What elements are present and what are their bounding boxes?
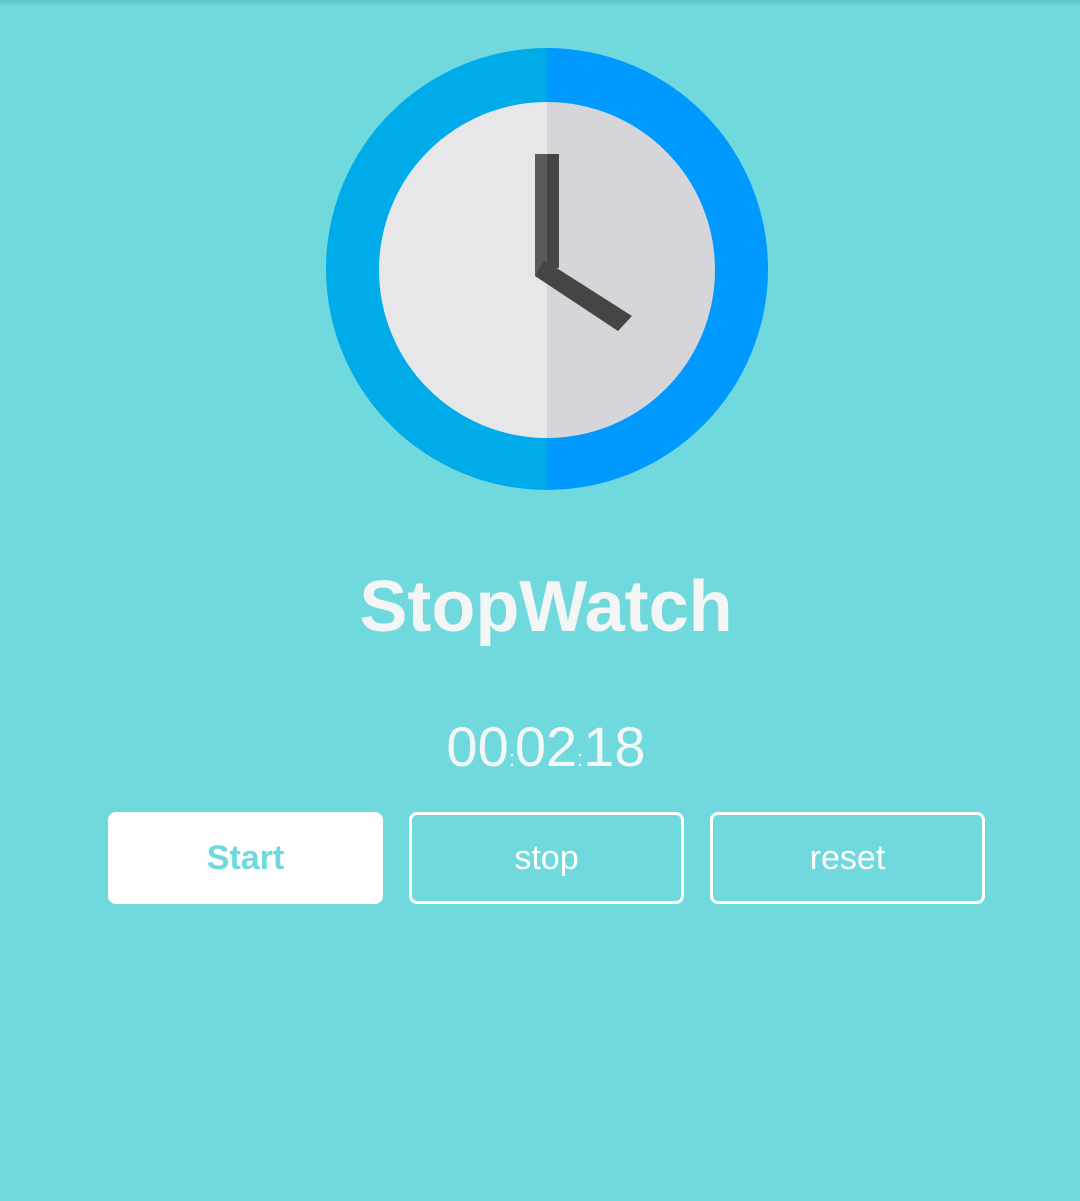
timer-minutes: 02 xyxy=(514,715,578,778)
status-bar-shadow xyxy=(0,0,1080,6)
start-button[interactable]: Start xyxy=(108,812,383,904)
app-title: StopWatch xyxy=(359,567,733,647)
clock-icon xyxy=(326,48,768,490)
stop-button[interactable]: stop xyxy=(409,812,684,904)
timer-hours: 00 xyxy=(446,715,509,778)
timer-seconds: 18 xyxy=(583,715,646,778)
elapsed-time-display: 00:02:18 xyxy=(0,712,1080,794)
reset-button[interactable]: reset xyxy=(710,812,985,904)
